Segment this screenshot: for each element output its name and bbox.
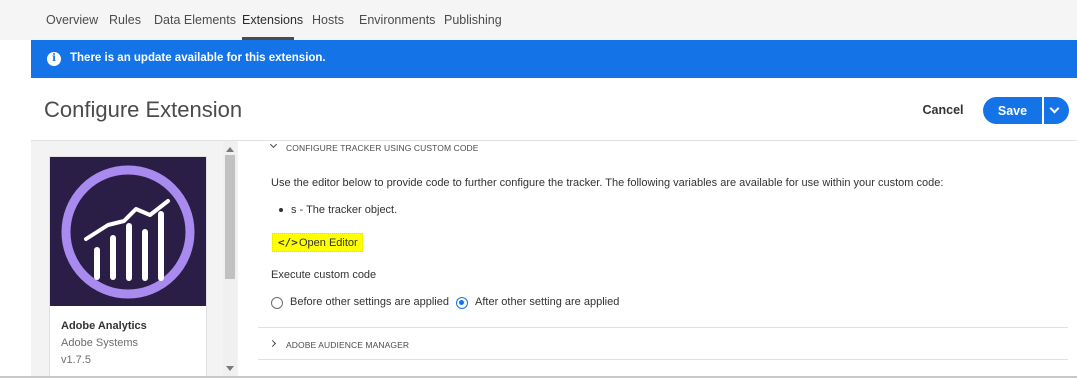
tab-environments[interactable]: Environments — [359, 13, 435, 27]
open-editor-button[interactable]: </> Open Editor — [272, 233, 363, 252]
open-editor-label: Open Editor — [299, 237, 358, 249]
scroll-down-arrow-icon[interactable] — [226, 366, 234, 371]
section-header-audience-manager[interactable]: ADOBE AUDIENCE MANAGER — [286, 340, 409, 350]
extension-logo — [50, 157, 206, 306]
tab-overview[interactable]: Overview — [46, 13, 98, 27]
radio-checked-icon[interactable] — [456, 297, 468, 309]
chevron-down-icon[interactable] — [269, 140, 278, 149]
save-button[interactable]: Save — [983, 97, 1042, 124]
adobe-analytics-logo-icon — [61, 165, 195, 299]
radio-unchecked-icon[interactable] — [271, 297, 283, 309]
variable-list-item: s - The tracker object. — [279, 204, 397, 216]
section-header-custom-code[interactable]: CONFIGURE TRACKER USING CUSTOM CODE — [286, 143, 479, 153]
extension-card: Adobe Analytics Adobe Systems v1.7.5 — [49, 156, 207, 378]
cancel-button[interactable]: Cancel — [912, 97, 974, 123]
extension-version: v1.7.5 — [61, 354, 91, 366]
page-title: Configure Extension — [44, 97, 243, 122]
update-banner: i There is an update available for this … — [31, 40, 1077, 78]
extension-name: Adobe Analytics — [61, 320, 147, 332]
tab-publishing[interactable]: Publishing — [444, 13, 502, 27]
custom-code-description: Use the editor below to provide code to … — [271, 177, 944, 189]
section-divider — [258, 327, 1068, 328]
sidebar-scrollbar[interactable] — [223, 141, 237, 378]
bullet-icon — [279, 208, 283, 213]
extension-sidebar: Adobe Analytics Adobe Systems v1.7.5 — [31, 141, 238, 378]
save-options-dropdown[interactable] — [1044, 97, 1069, 124]
tab-rules[interactable]: Rules — [109, 13, 141, 27]
scroll-up-arrow-icon[interactable] — [226, 147, 234, 152]
chevron-right-icon[interactable] — [268, 339, 277, 348]
info-icon: i — [47, 52, 61, 66]
banner-message: There is an update available for this ex… — [70, 52, 326, 64]
chevron-down-icon — [1049, 103, 1060, 114]
scroll-thumb[interactable] — [225, 155, 235, 279]
radio-label-before: Before other settings are applied — [290, 296, 449, 308]
execute-custom-code-label: Execute custom code — [271, 269, 377, 281]
variable-text: s - The tracker object. — [291, 204, 398, 216]
section-divider — [258, 359, 1068, 360]
top-navigation: Overview Rules Data Elements Extensions … — [0, 0, 1077, 40]
tab-extensions[interactable]: Extensions — [242, 13, 303, 27]
radio-label-after: After other setting are applied — [475, 296, 620, 308]
extension-vendor: Adobe Systems — [61, 337, 139, 349]
tab-hosts[interactable]: Hosts — [312, 13, 344, 27]
tab-data-elements[interactable]: Data Elements — [154, 13, 236, 27]
code-icon: </> — [278, 236, 298, 249]
